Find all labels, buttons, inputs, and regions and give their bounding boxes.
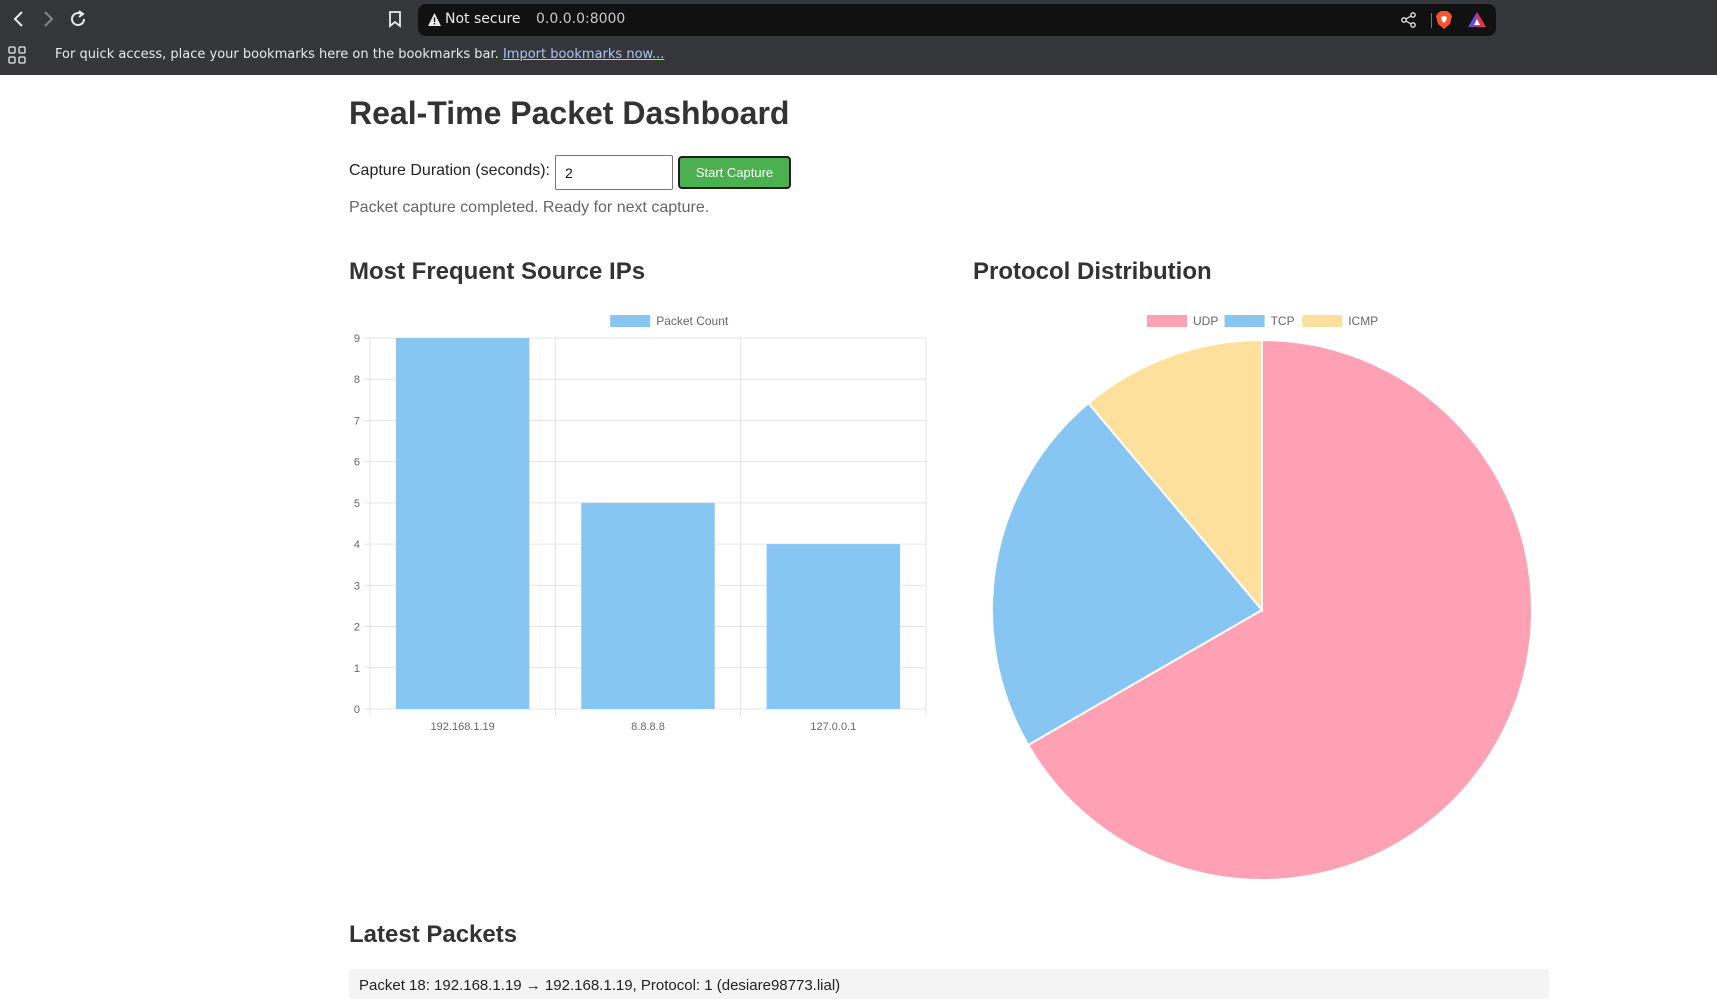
status-message: Packet capture completed. Ready for next… (349, 199, 710, 216)
x-tick-label: 8.8.8.8 (631, 721, 665, 733)
y-tick-label: 6 (354, 457, 360, 469)
capture-duration-input[interactable] (555, 155, 673, 190)
legend-label: Packet Count (656, 314, 729, 328)
import-bookmarks-link[interactable]: Import bookmarks now... (503, 47, 664, 62)
x-tick-label: 192.168.1.19 (431, 721, 495, 733)
page-title: Real-Time Packet Dashboard (349, 95, 790, 131)
back-icon[interactable] (7, 7, 31, 31)
toolbar-divider (1431, 13, 1432, 28)
warning-icon (427, 12, 442, 27)
bar-chart-legend: Packet Count (610, 314, 729, 328)
reload-icon[interactable] (66, 7, 90, 31)
bar (581, 502, 715, 709)
address-bar[interactable]: Not secure 0.0.0.0:8000 (418, 4, 1496, 36)
bookmark-icon[interactable] (384, 7, 406, 31)
y-tick-label: 2 (354, 622, 360, 634)
latest-packets-title: Latest Packets (349, 921, 518, 948)
y-tick-label: 4 (354, 539, 360, 551)
url-text[interactable]: 0.0.0.0:8000 (536, 11, 625, 27)
apps-icon[interactable] (8, 46, 26, 64)
bookmarks-bar-hint: For quick access, place your bookmarks h… (55, 47, 499, 62)
bar (395, 338, 530, 709)
source-ip-bar-chart: 0 1 2 3 4 5 6 7 8 9 192.168.1.19 8.8.8.8 127.0.0.1 Pa… (354, 314, 927, 733)
pie-chart-legend: UDP TCP ICMP (1147, 314, 1378, 328)
bookmarks-bar-message: For quick access, place your bookmarks h… (55, 47, 664, 62)
forward-icon[interactable] (36, 7, 60, 31)
legend-swatch (1302, 315, 1343, 327)
y-tick-label: 8 (354, 374, 360, 386)
legend-label: UDP (1193, 314, 1218, 328)
protocol-pie-chart: UDP TCP ICMP (991, 314, 1533, 881)
y-tick-label: 3 (354, 580, 360, 592)
bar (766, 544, 901, 709)
legend-swatch (1224, 315, 1265, 327)
legend-label: TCP (1271, 314, 1295, 328)
brave-shields-icon[interactable] (1435, 10, 1453, 30)
x-tick-label: 127.0.0.1 (810, 721, 856, 733)
y-tick-label: 0 (354, 704, 360, 716)
bar-chart-title: Most Frequent Source IPs (349, 258, 646, 285)
packet-list-item: Packet 18: 192.168.1.19 → 192.168.1.19, … (359, 977, 841, 994)
browser-chrome: Not secure 0.0.0.0:8000 For quick access… (0, 0, 1717, 75)
brave-rewards-icon[interactable] (1467, 10, 1487, 30)
legend-label: ICMP (1348, 314, 1378, 328)
share-icon[interactable] (1400, 11, 1418, 29)
y-tick-label: 7 (354, 415, 360, 427)
pie-chart-title: Protocol Distribution (973, 258, 1212, 285)
legend-swatch (1147, 315, 1187, 327)
y-tick-label: 1 (354, 663, 360, 675)
y-tick-label: 9 (354, 333, 360, 345)
y-tick-label: 5 (354, 498, 360, 510)
security-label[interactable]: Not secure (445, 11, 521, 27)
legend-swatch (610, 315, 651, 327)
latest-packets-list: Packet 18: 192.168.1.19 → 192.168.1.19, … (349, 969, 1549, 999)
start-capture-button[interactable]: Start Capture (678, 156, 791, 189)
capture-duration-label: Capture Duration (seconds): (349, 162, 550, 179)
